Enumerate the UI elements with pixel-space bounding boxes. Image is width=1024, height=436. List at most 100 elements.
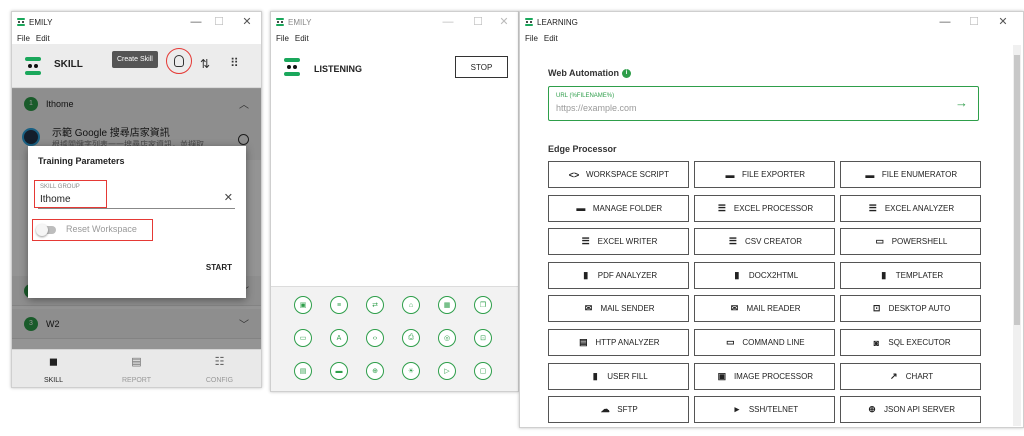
close-button[interactable]: ✕ [240, 15, 254, 29]
create-skill-tooltip: Create Skill [112, 51, 158, 68]
start-button[interactable]: START [206, 263, 232, 272]
maximize-button[interactable]: ☐ [471, 15, 485, 29]
processor-http-analyzer-button[interactable]: ▤ HTTP ANALYZER [548, 329, 689, 356]
processor-label: MAIL SENDER [600, 304, 655, 314]
processor-label: MAIL READER [746, 304, 801, 314]
reset-workspace-toggle[interactable] [36, 224, 56, 236]
processor-manage-folder-button[interactable]: ▬ MANAGE FOLDER [548, 194, 689, 222]
copy-icon[interactable]: ❐ [474, 296, 492, 314]
menu-edit[interactable]: Edit [36, 34, 50, 43]
target-icon[interactable]: ◎ [438, 329, 456, 347]
processor-label: DOCX2HTML [748, 270, 799, 280]
print-icon[interactable]: ⎙ [402, 329, 420, 347]
web-automation-heading: Web Automation i [548, 68, 631, 79]
info-icon[interactable]: i [622, 69, 631, 79]
emily-logo-icon [25, 57, 41, 75]
folder-icon[interactable]: ▢ [474, 362, 492, 380]
minimize-button[interactable]: — [938, 15, 952, 29]
browser-icon: ▤ [579, 337, 588, 347]
close-button[interactable]: ✕ [996, 15, 1010, 29]
processor-excel-writer-button[interactable]: ☰ EXCEL WRITER [548, 228, 689, 256]
create-skill-button[interactable] [166, 48, 192, 74]
nav-skill[interactable]: ◼ SKILL [12, 350, 95, 387]
processor-label: CSV CREATOR [744, 237, 803, 247]
home-icon[interactable]: ⌂ [402, 296, 420, 314]
close-button[interactable]: ✕ [497, 15, 511, 29]
minimize-button[interactable]: — [189, 15, 203, 29]
processor-excel-analyzer-button[interactable]: ☰ EXCEL ANALYZER [840, 194, 981, 222]
processor-label: TEMPLATER [895, 270, 944, 280]
apps-grid-icon[interactable]: ⠿ [230, 56, 239, 70]
processor-image-processor-button[interactable]: ▣ IMAGE PROCESSOR [694, 362, 835, 390]
document-icon[interactable]: ▣ [294, 296, 312, 314]
chart-icon: ↗ [890, 370, 898, 381]
translate-icon[interactable]: A [330, 329, 348, 347]
stop-button[interactable]: STOP [455, 56, 508, 78]
maximize-button[interactable]: ☐ [967, 15, 981, 29]
swap-icon[interactable]: ⇄ [366, 296, 384, 314]
lightbulb-icon[interactable]: ☀ [402, 362, 420, 380]
processor-ssh-telnet-button[interactable]: ▸ SSH/TELNET [694, 396, 835, 424]
laptop-icon: ▭ [726, 337, 735, 347]
processor-json-api-server-button[interactable]: ⊕ JSON API SERVER [840, 396, 981, 424]
processor-desktop-auto-button[interactable]: ⊡ DESKTOP AUTO [840, 295, 981, 323]
processor-excel-processor-button[interactable]: ☰ EXCEL PROCESSOR [694, 194, 835, 222]
processor-templater-button[interactable]: ▮ TEMPLATER [840, 261, 981, 289]
table-icon[interactable]: ▤ [294, 362, 312, 380]
processor-command-line-button[interactable]: ▭ COMMAND LINE [694, 329, 835, 356]
processor-sql-executor-button[interactable]: ◙ SQL EXECUTOR [840, 329, 981, 356]
crosshair-icon[interactable]: ⊕ [366, 362, 384, 380]
menu-file[interactable]: File [525, 34, 538, 43]
clipboard-icon[interactable]: ▭ [294, 329, 312, 347]
code-icon[interactable]: ‹› [366, 329, 384, 347]
processor-powershell-button[interactable]: ▭ POWERSHELL [840, 228, 981, 256]
scrollbar-thumb[interactable] [1014, 55, 1020, 325]
minimize-button[interactable]: — [441, 15, 455, 29]
processor-label: EXCEL ANALYZER [884, 203, 955, 213]
bottom-navigation: ◼ SKILL ▤ REPORT ☷ CONFIG [12, 349, 261, 387]
processor-file-enumerator-button[interactable]: ▬ FILE ENUMERATOR [840, 161, 981, 188]
monitor-icon: ▭ [875, 236, 884, 247]
window-title: EMILY [29, 17, 53, 27]
url-label: URL (%FILENAME%) [556, 93, 615, 99]
card-icon[interactable]: ▬ [330, 362, 348, 380]
clear-icon[interactable]: ✕ [224, 191, 233, 204]
processor-mail-reader-button[interactable]: ✉ MAIL READER [694, 295, 835, 323]
url-input[interactable] [556, 103, 936, 113]
arrow-right-icon[interactable]: → [955, 95, 968, 110]
list-icon: ☰ [728, 236, 737, 247]
processor-user-fill-button[interactable]: ▮ USER FILL [548, 362, 689, 390]
folder-network-icon[interactable]: ⊡ [474, 329, 492, 347]
web-automation-label: Web Automation [548, 68, 619, 78]
processor-label: EXCEL WRITER [597, 237, 658, 247]
processor-pdf-analyzer-button[interactable]: ▮ PDF ANALYZER [548, 261, 689, 289]
play-icon[interactable]: ▷ [438, 362, 456, 380]
maximize-button[interactable]: ☐ [212, 15, 226, 29]
menu-file[interactable]: File [17, 34, 30, 43]
menu-edit[interactable]: Edit [295, 34, 309, 43]
menu-edit[interactable]: Edit [544, 34, 558, 43]
nav-config[interactable]: ☷ CONFIG [178, 350, 261, 387]
learning-window: LEARNING — ☐ ✕ File Edit Web Automation i… [519, 11, 1024, 428]
emily-skill-window: EMILY — ☐ ✕ File Edit SKILL Create Skill… [11, 11, 262, 388]
list-icon[interactable]: ≡ [330, 296, 348, 314]
processor-label: PDF ANALYZER [597, 270, 658, 280]
processor-file-exporter-button[interactable]: ▬ FILE EXPORTER [694, 161, 835, 188]
processor-mail-sender-button[interactable]: ✉ MAIL SENDER [548, 295, 689, 323]
menu-file[interactable]: File [276, 34, 289, 43]
processor-chart-button[interactable]: ↗ CHART [840, 362, 981, 390]
processor-sftp-button[interactable]: ☁ SFTP [548, 396, 689, 424]
nav-report[interactable]: ▤ REPORT [95, 350, 178, 387]
url-field[interactable]: URL (%FILENAME%) → [548, 86, 979, 121]
globe-icon: ⊕ [868, 404, 876, 415]
grid-icon[interactable]: ▦ [438, 296, 456, 314]
processor-csv-creator-button[interactable]: ☰ CSV CREATOR [694, 228, 835, 256]
emily-logo-icon [525, 18, 533, 26]
sort-icon[interactable]: ⇅ [200, 57, 210, 71]
scrollbar[interactable] [1013, 45, 1021, 426]
processor-docx2html-button[interactable]: ▮ DOCX2HTML [694, 261, 835, 289]
processor-workspace-script-button[interactable]: <> WORKSPACE SCRIPT [548, 161, 689, 188]
title-bar: EMILY — ☐ ✕ [271, 12, 518, 32]
processor-label: MANAGE FOLDER [592, 203, 663, 213]
processor-label: CHART [905, 371, 934, 381]
